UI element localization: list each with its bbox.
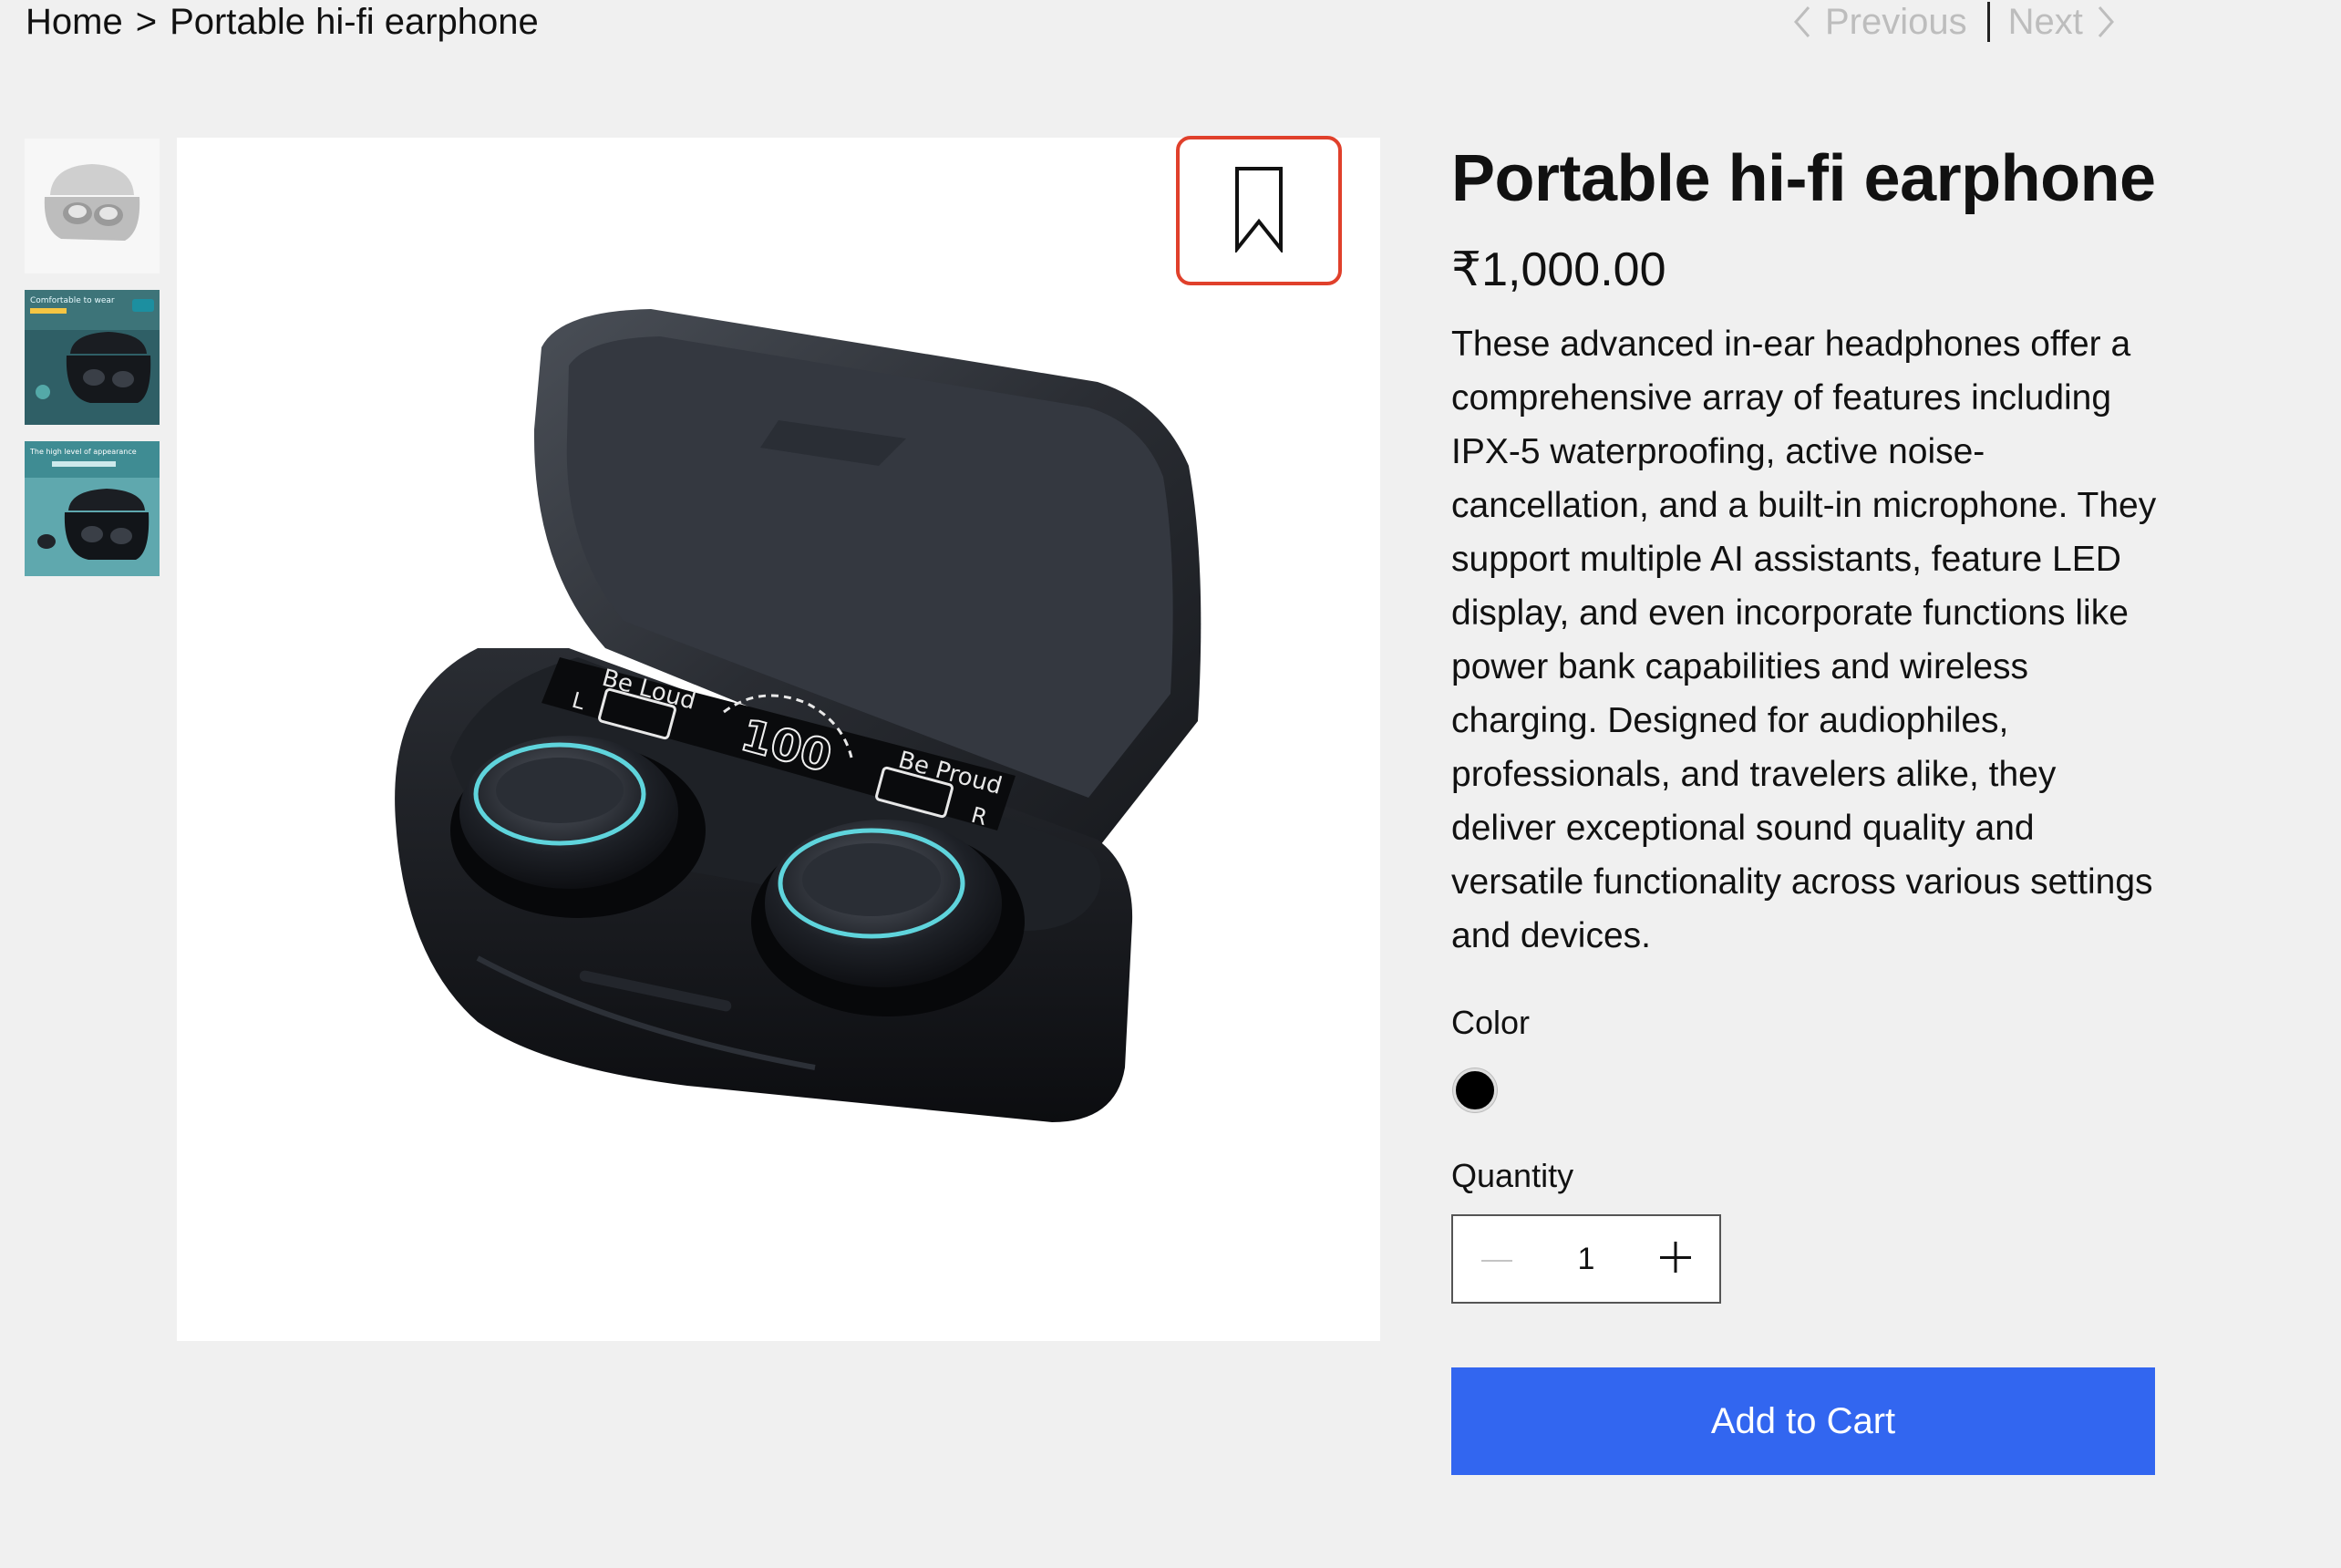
pager-divider <box>1986 2 1990 42</box>
chevron-left-icon <box>1792 5 1812 39</box>
thumbnail-2[interactable]: Comfortable to wear <box>25 290 160 425</box>
thumbnail-2-caption: Comfortable to wear <box>30 296 115 305</box>
previous-button[interactable]: Previous <box>1792 2 1967 43</box>
product-title: Portable hi-fi earphone <box>1451 142 2156 215</box>
next-button[interactable]: Next <box>2008 2 2116 43</box>
quantity-increase-button[interactable] <box>1632 1216 1719 1302</box>
color-label: Color <box>1451 1004 1531 1041</box>
breadcrumb-separator: > <box>135 2 158 42</box>
next-label: Next <box>2007 1 2083 42</box>
product-pager: Previous Next <box>1792 0 2116 44</box>
product-description: These advanced in-ear headphones offer a… <box>1451 325 2157 955</box>
add-to-cart-button[interactable]: Add to Cart <box>1451 1367 2155 1475</box>
thumbnail-3[interactable]: The high level of appearance <box>25 441 160 576</box>
thumbnail-2-image: Comfortable to wear <box>25 290 160 425</box>
thumbnail-3-image: The high level of appearance <box>25 441 160 576</box>
quantity-stepper: 1 <box>1451 1214 1721 1304</box>
product-main-image[interactable]: Be Loud Be Proud 100 L R <box>177 136 1380 1341</box>
product-page: Home > Portable hi-fi earphone Previous … <box>0 0 2341 1568</box>
thumbnail-1-image <box>25 139 160 273</box>
color-swatch-black[interactable] <box>1453 1068 1497 1112</box>
thumbnail-1[interactable] <box>25 139 160 273</box>
quantity-input[interactable]: 1 <box>1559 1242 1614 1277</box>
previous-label: Previous <box>1825 1 1967 42</box>
plus-icon <box>1660 1241 1691 1277</box>
minus-icon <box>1481 1251 1512 1267</box>
product-info: Portable hi-fi earphone ₹1,000.00 These … <box>1451 137 2162 1475</box>
earbuds-case-image: Be Loud Be Proud 100 L R <box>395 309 1201 1122</box>
bookmark-icon <box>1233 165 1284 257</box>
thumbnail-3-caption: The high level of appearance <box>29 448 137 456</box>
thumbnail-list: Comfortable to wear The high level of ap… <box>25 139 160 593</box>
breadcrumb-home-link[interactable]: Home <box>26 0 123 44</box>
breadcrumb-current: Portable hi-fi earphone <box>170 2 539 42</box>
breadcrumb: Home > Portable hi-fi earphone <box>26 0 539 44</box>
bookmark-button[interactable] <box>1176 136 1342 285</box>
chevron-right-icon <box>2096 5 2116 39</box>
product-price: ₹1,000.00 <box>1451 243 1666 296</box>
quantity-label: Quantity <box>1451 1157 1574 1194</box>
quantity-decrease-button[interactable] <box>1453 1216 1541 1302</box>
